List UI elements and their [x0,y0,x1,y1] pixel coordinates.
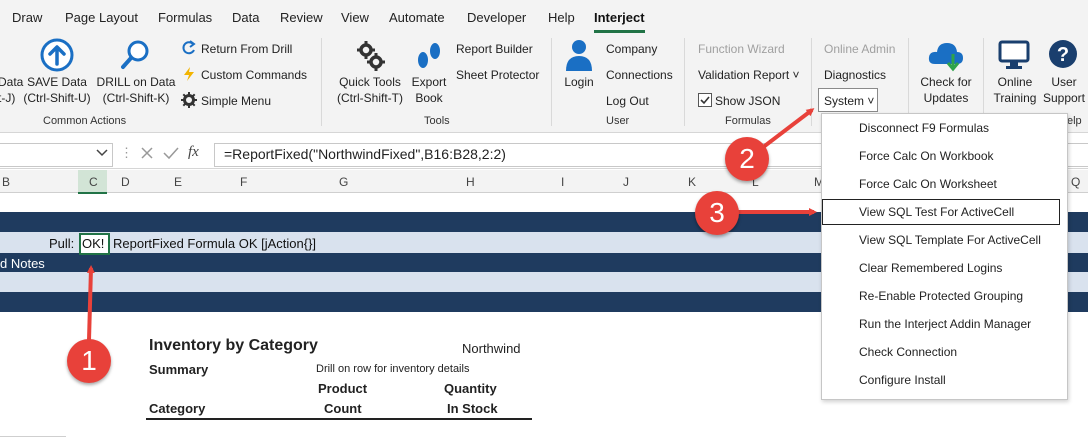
callout-2: 2 [725,137,769,181]
callout-1: 1 [67,339,111,383]
callout-3: 3 [695,191,739,235]
callout-arrows [86,108,817,341]
arrow-2 [760,108,815,150]
arrow-1 [86,265,95,341]
